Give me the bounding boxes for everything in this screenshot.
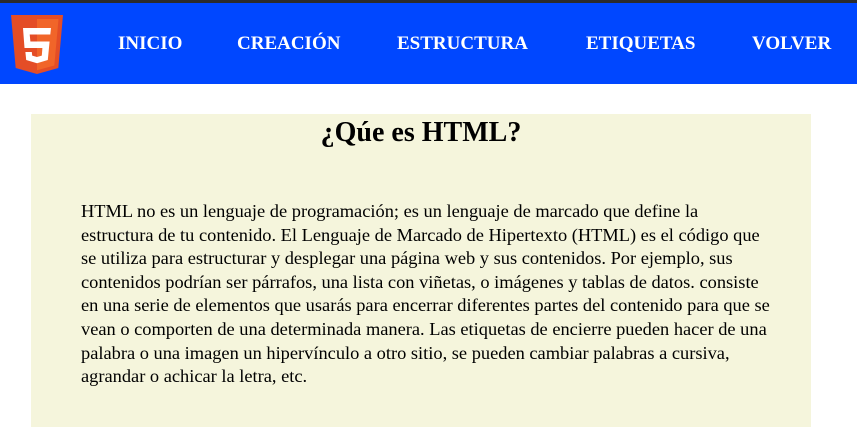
description-paragraph: HTML no es un lenguaje de programación; … (81, 201, 770, 387)
nav-link-inicio[interactable]: INICIO (118, 33, 182, 55)
content-section: ¿Qúe es HTML? HTML no es un lenguaje de … (31, 114, 811, 427)
html5-logo-icon[interactable] (11, 15, 63, 77)
page-title: ¿Qúe es HTML? (320, 117, 522, 148)
nav-link-volver[interactable]: VOLVER (752, 33, 831, 55)
nav-link-etiquetas[interactable]: ETIQUETAS (586, 33, 695, 55)
nav-link-estructura[interactable]: ESTRUCTURA (397, 33, 528, 55)
nav-link-creacion[interactable]: CREACIÓN (237, 33, 340, 55)
logo-five-glyph (23, 28, 51, 64)
navigation-bar: INICIO CREACIÓN ESTRUCTURA ETIQUETAS VOL… (0, 3, 857, 84)
